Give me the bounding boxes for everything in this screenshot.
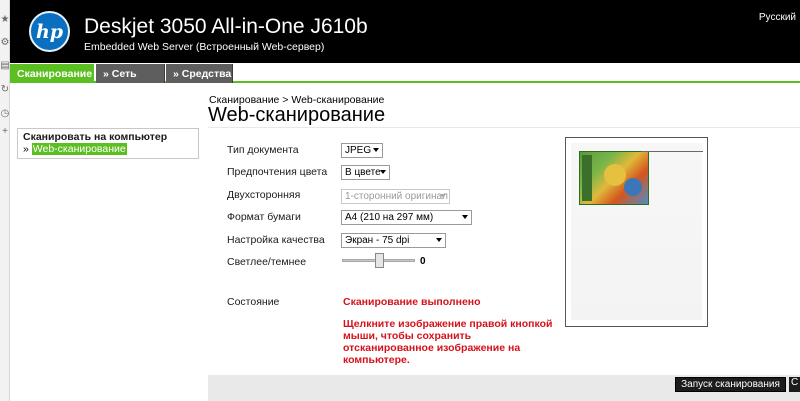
sidebar-heading: Сканировать на компьютер [23,131,168,143]
duplex-value: 1-сторонний оригинал [345,191,448,202]
brightness-label: Светлее/темнее [227,256,307,268]
star-icon[interactable]: ★ [0,14,10,26]
doc-type-select[interactable]: JPEG [341,143,383,158]
scanned-image-detail [624,178,642,196]
status-label: Состояние [227,296,280,308]
quality-label: Настройка качества [227,234,325,246]
hp-logo: hp [29,11,70,52]
sidebar-item-webscan[interactable]: » Web-сканирование [23,143,127,155]
device-title: Deskjet 3050 All-in-One J610b [84,15,368,38]
tab-bar: Сканирование » Сеть » Средства [10,63,800,83]
tab-scan[interactable]: Сканирование [10,64,94,83]
scanned-image-detail [582,155,592,201]
brightness-slider-handle[interactable] [375,253,384,268]
gear-icon[interactable]: ⚙ [0,37,10,49]
scanned-image[interactable] [579,151,649,205]
sidebar-panel: Сканировать на компьютер » Web-сканирова… [17,128,199,159]
quality-value: Экран - 75 dpi [345,235,410,246]
color-pref-select[interactable]: В цвете [341,165,390,180]
color-pref-label: Предпочтения цвета [227,166,328,178]
brightness-value: 0 [420,256,426,267]
scanned-image-detail [604,164,626,186]
duplex-label: Двухсторонняя [227,189,301,201]
bullet-icon: » [23,143,29,155]
doc-type-label: Тип документа [227,144,299,156]
tab-tools[interactable]: » Средства [166,64,233,83]
status-note: Щелкните изображение правой кнопкой мыши… [343,318,553,366]
quality-select[interactable]: Экран - 75 dpi [341,233,446,248]
dropdown-arrow-icon [373,148,379,152]
language-selector[interactable]: Русский [759,12,796,23]
page-title: Web-сканирование [208,104,386,126]
comment-icon[interactable]: ▤ [0,60,10,72]
preview-page [571,143,703,320]
status-value: Сканирование выполнено [343,296,481,308]
doc-type-value: JPEG [345,145,372,156]
dropdown-arrow-icon [380,170,386,174]
dropdown-arrow-icon [440,194,446,198]
device-subtitle: Embedded Web Server (Встроенный Web-серв… [84,41,325,53]
dropdown-arrow-icon [436,238,442,242]
browser-sidebar: ★ ⚙ ▤ ↻ ◷ + [0,0,10,401]
start-scan-button[interactable]: Запуск сканирования [675,377,786,392]
color-pref-value: В цвете [345,167,381,178]
paper-size-label: Формат бумаги [227,211,301,223]
tab-network[interactable]: » Сеть [96,64,165,83]
scan-preview[interactable] [565,137,708,327]
scan-edge-line [641,151,703,152]
duplex-select: 1-сторонний оригинал [341,189,450,204]
plus-icon[interactable]: + [0,126,10,138]
refresh-icon[interactable]: ↻ [0,84,10,96]
clock-icon[interactable]: ◷ [0,108,10,120]
logo-text: hp [35,20,64,43]
paper-size-value: А4 (210 на 297 мм) [345,212,434,223]
paper-size-select[interactable]: А4 (210 на 297 мм) [341,210,472,225]
dropdown-arrow-icon [462,215,468,219]
page-header: hp Deskjet 3050 All-in-One J610b Embedde… [10,0,800,63]
second-button[interactable]: С [789,377,800,392]
sidebar-item-label[interactable]: Web-сканирование [31,143,127,155]
